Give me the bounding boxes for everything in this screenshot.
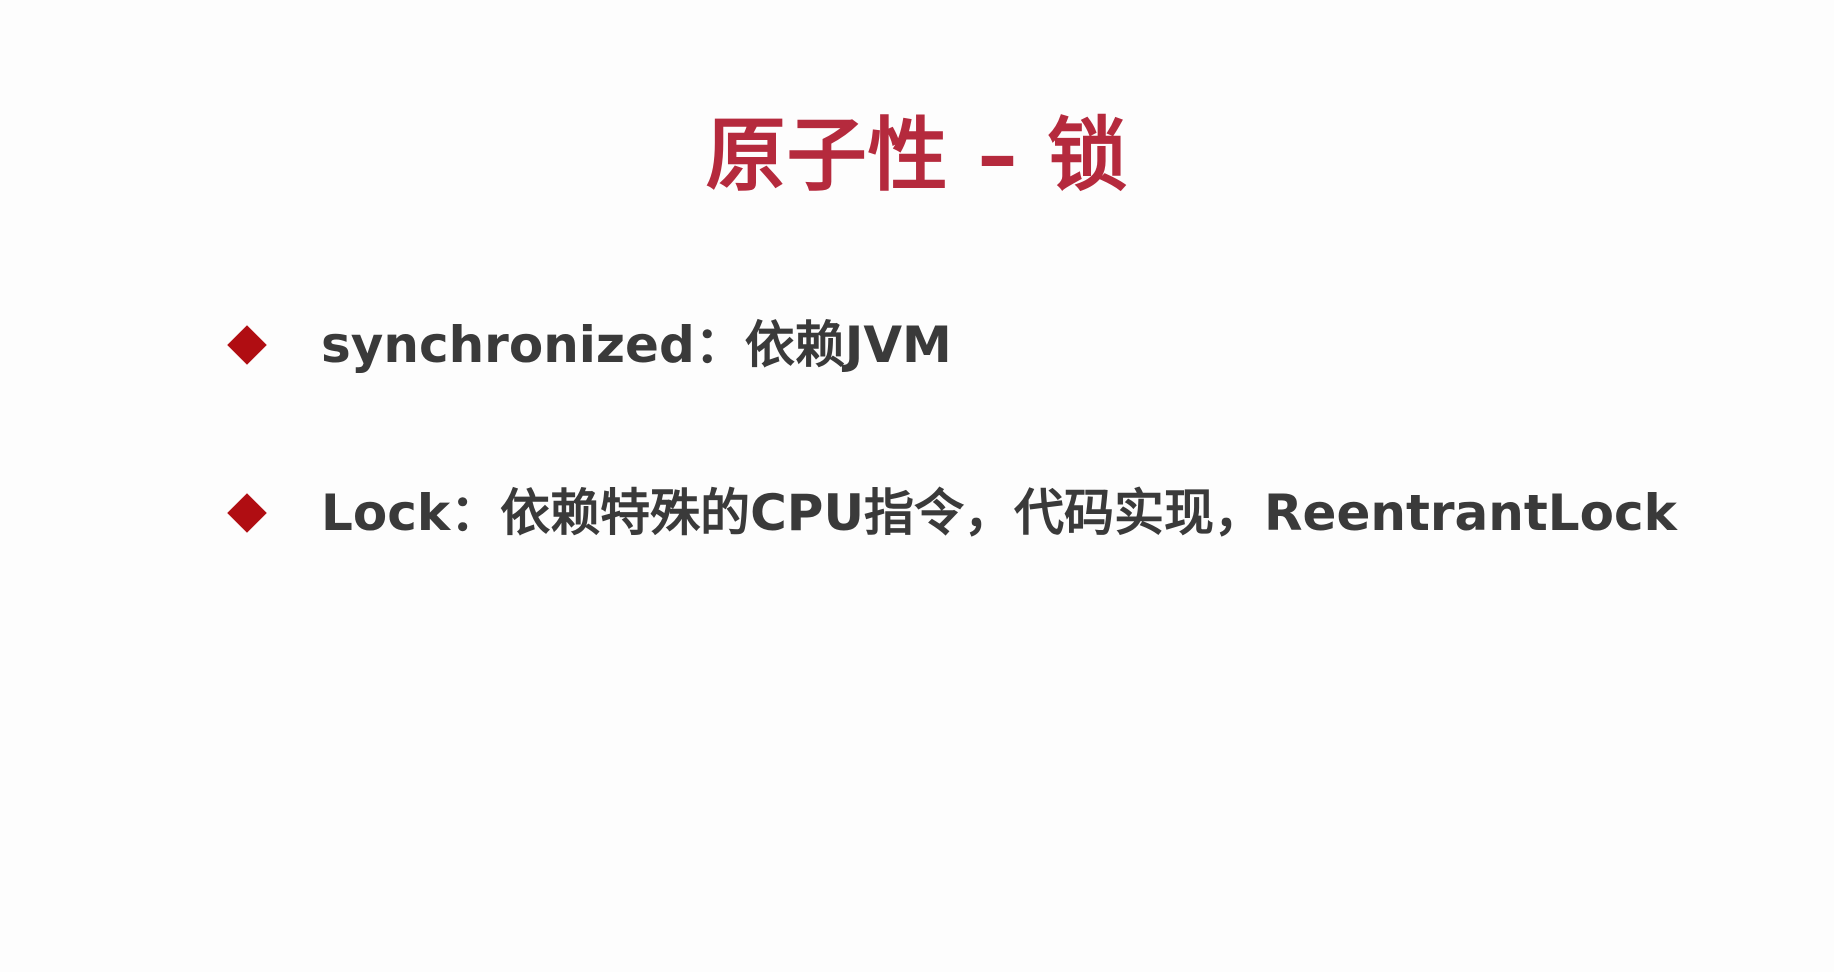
slide-title: 原子性 – 锁 — [705, 109, 1129, 202]
diamond-bullet-icon — [227, 493, 267, 533]
bullet-list: synchronized：依赖JVM Lock：依赖特殊的CPU指令，代码实现，… — [225, 305, 1785, 641]
bullet-text: Lock：依赖特殊的CPU指令，代码实现，ReentrantLock — [321, 484, 1677, 542]
bullet-item-synchronized: synchronized：依赖JVM — [225, 305, 1785, 385]
diamond-bullet-icon — [227, 325, 267, 365]
bullet-text: synchronized：依赖JVM — [321, 316, 952, 374]
bullet-item-lock: Lock：依赖特殊的CPU指令，代码实现，ReentrantLock — [225, 473, 1785, 553]
slide: 原子性 – 锁 synchronized：依赖JVM Lock：依赖特殊的CPU… — [0, 0, 1834, 972]
